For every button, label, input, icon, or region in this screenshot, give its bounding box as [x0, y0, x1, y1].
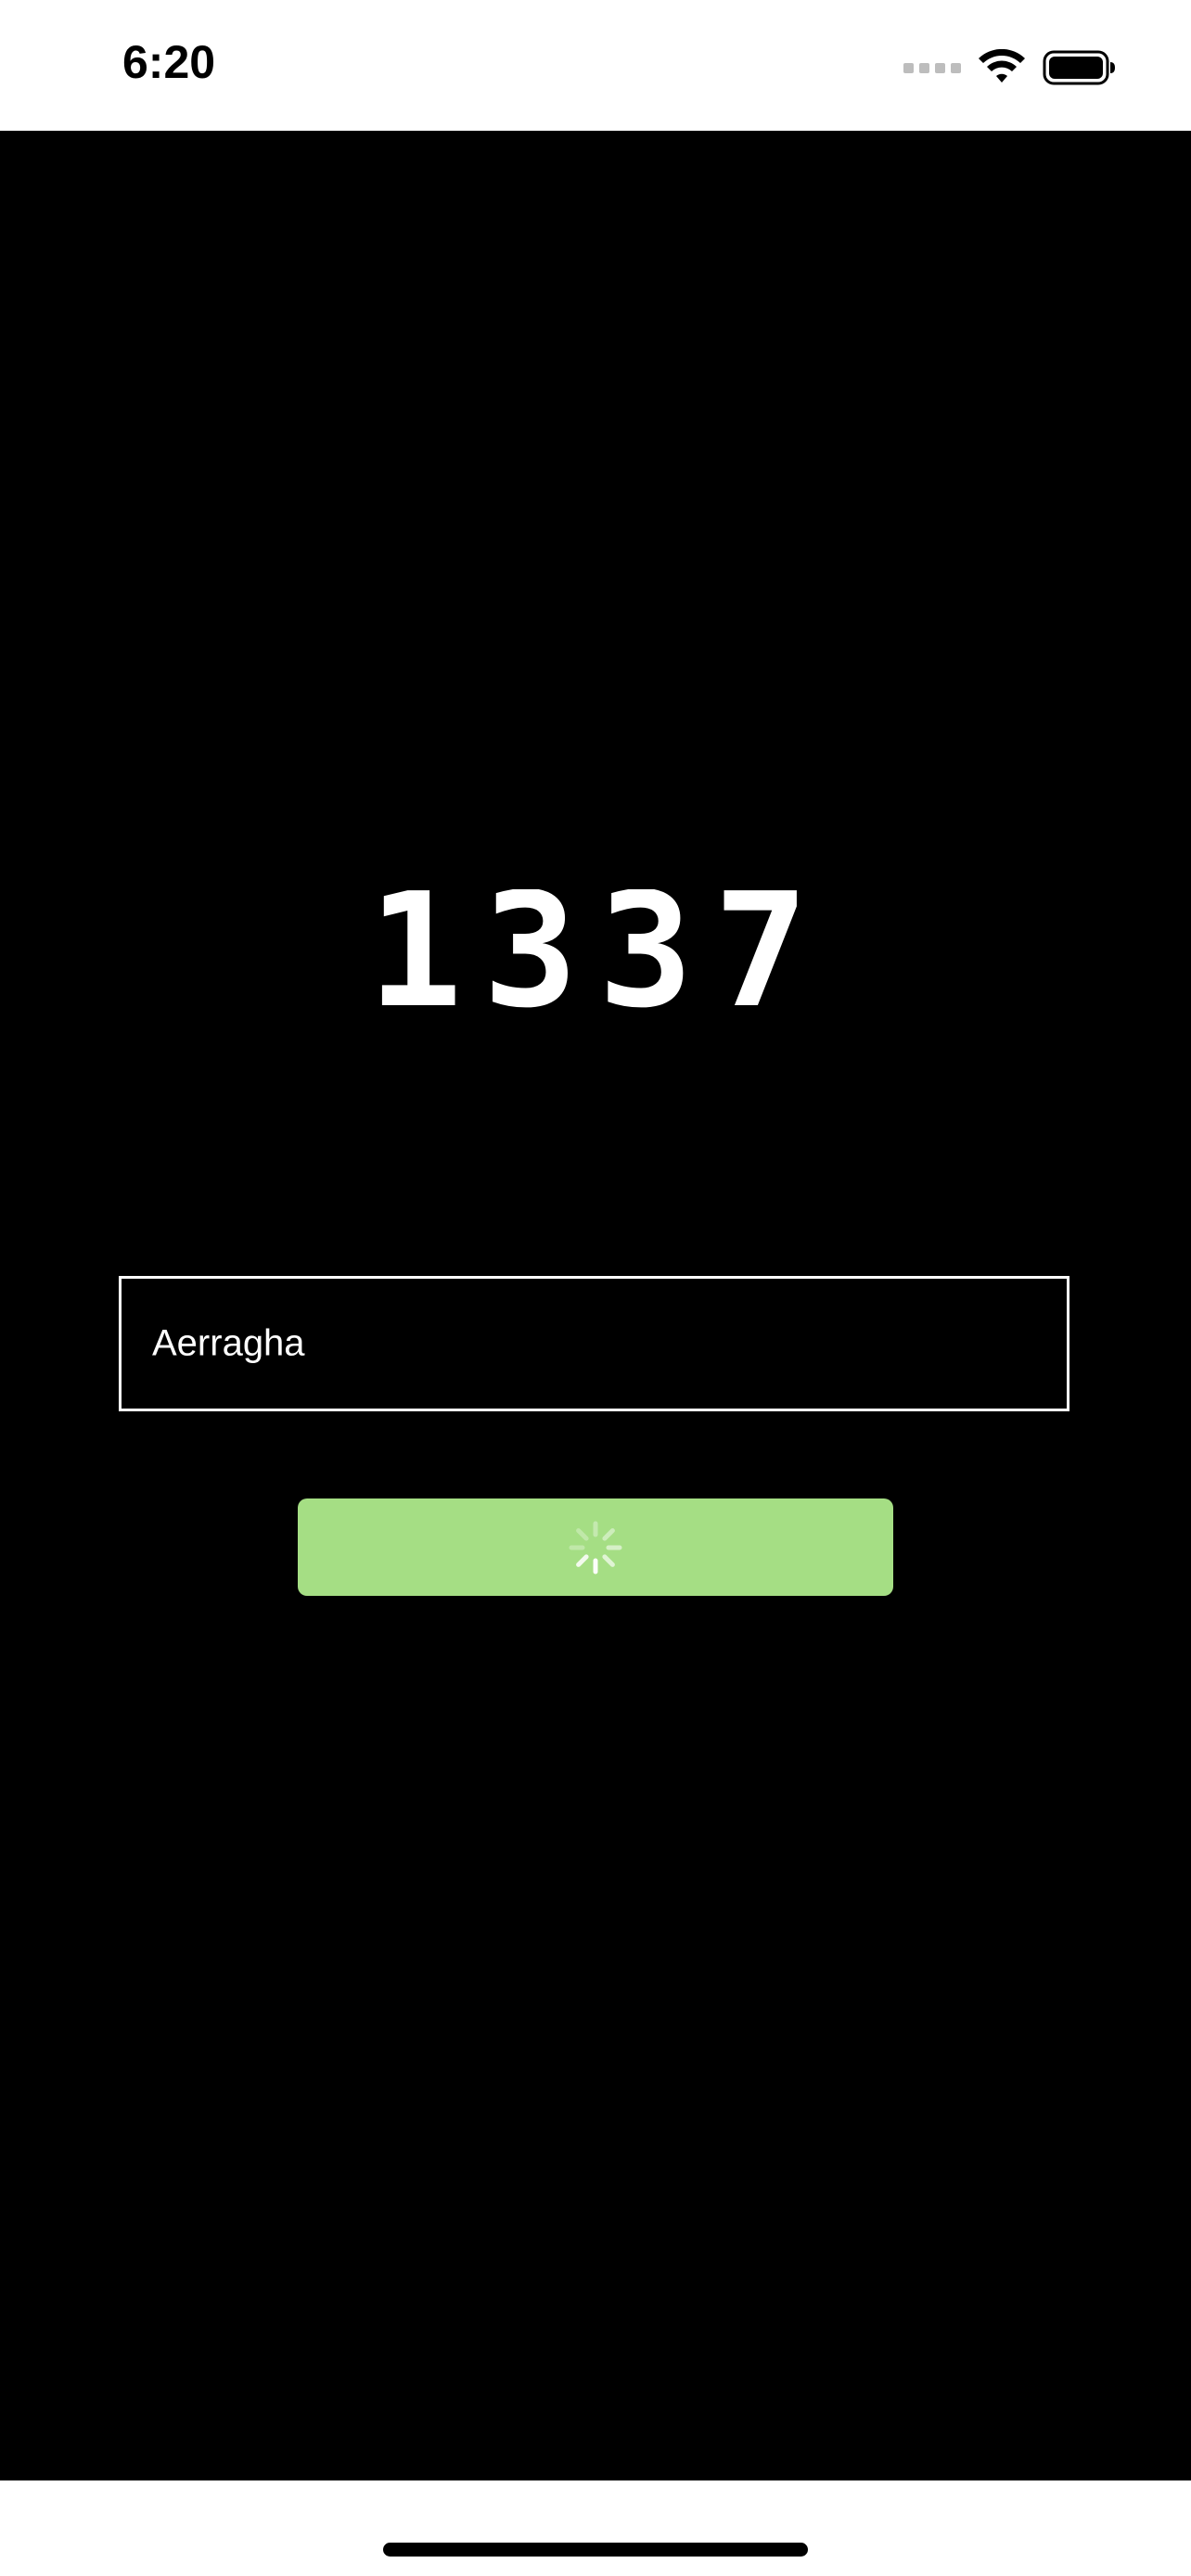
home-indicator[interactable]	[383, 2543, 808, 2557]
status-time: 6:20	[122, 36, 216, 88]
bottom-bar	[0, 2480, 1191, 2576]
logo-text: 1337	[367, 889, 828, 1010]
main-screen: 1337 Aerragha	[0, 131, 1191, 2480]
battery-icon	[1043, 50, 1115, 85]
logo-1337: 1337	[367, 889, 828, 1010]
status-icons	[903, 45, 1117, 91]
login-button[interactable]	[298, 1498, 893, 1596]
status-bar: 6:20	[0, 0, 1191, 131]
loading-spinner-icon	[569, 1521, 622, 1574]
wifi-icon	[979, 49, 1025, 83]
username-value: Aerragha	[152, 1322, 305, 1364]
username-input[interactable]: Aerragha	[119, 1276, 1069, 1411]
cellular-signal-icon	[903, 62, 961, 73]
